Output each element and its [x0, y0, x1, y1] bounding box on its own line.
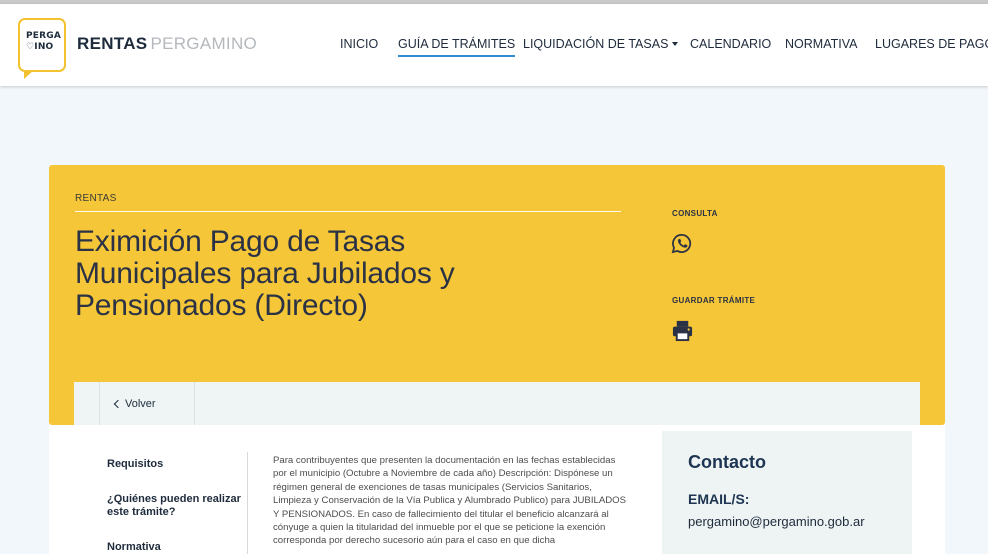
- whatsapp-icon[interactable]: [671, 233, 692, 254]
- nav-normativa[interactable]: NORMATIVA: [785, 37, 857, 52]
- sub-navigation: Volver: [74, 382, 920, 425]
- brand-light: PERGAMINO: [150, 34, 258, 53]
- contact-title: Contacto: [688, 452, 766, 472]
- hero-divider: [75, 211, 621, 212]
- site-header: PERGA ♡INO RENTAS PERGAMINO INICIO GUÍA D…: [0, 4, 988, 86]
- sidebar-item-quienes-pueden[interactable]: ¿Quiénes pueden realizar este trámite?: [107, 493, 247, 519]
- back-button-label: Volver: [125, 398, 156, 410]
- nav-inicio[interactable]: INICIO: [340, 37, 378, 52]
- back-button[interactable]: Volver: [99, 382, 195, 425]
- caret-down-icon: [672, 42, 679, 46]
- nav-liquidacion-de-tasas[interactable]: LIQUIDACIÓN DE TASAS: [523, 37, 679, 52]
- brand-strong: RENTAS: [77, 34, 148, 53]
- logo-text-line2: ♡INO: [26, 42, 54, 52]
- nav-liquidacion-label: LIQUIDACIÓN DE TASAS: [523, 37, 669, 51]
- email-label: EMAIL/S:: [688, 491, 750, 507]
- sidebar-divider: [247, 452, 248, 554]
- consulta-label: CONSULTA: [672, 209, 718, 218]
- sidebar-item-requisitos[interactable]: Requisitos: [107, 458, 247, 471]
- procedure-description: Para contribuyentes que presenten la doc…: [273, 455, 627, 547]
- contact-email-link[interactable]: pergamino@pergamino.gob.ar: [688, 514, 865, 529]
- nav-lugares-de-pago[interactable]: LUGARES DE PAGO: [875, 37, 988, 52]
- chevron-left-icon: [113, 399, 123, 409]
- page-title: Eximición Pago de Tasas Municipales para…: [75, 225, 455, 322]
- logo-text-line1: PERGA: [26, 31, 62, 41]
- nav-calendario[interactable]: CALENDARIO: [690, 37, 771, 52]
- category-label: RENTAS: [75, 193, 117, 204]
- brand-title[interactable]: RENTAS PERGAMINO: [77, 34, 257, 54]
- nav-guia-de-tramites[interactable]: GUÍA DE TRÁMITES: [398, 37, 516, 57]
- pergamino-logo[interactable]: PERGA ♡INO: [18, 18, 66, 79]
- sidebar-item-normativa[interactable]: Normativa: [107, 541, 247, 554]
- logo-speech-tail: [24, 70, 34, 79]
- guardar-tramite-label: GUARDAR TRÁMITE: [672, 296, 756, 305]
- printer-icon[interactable]: [671, 319, 694, 342]
